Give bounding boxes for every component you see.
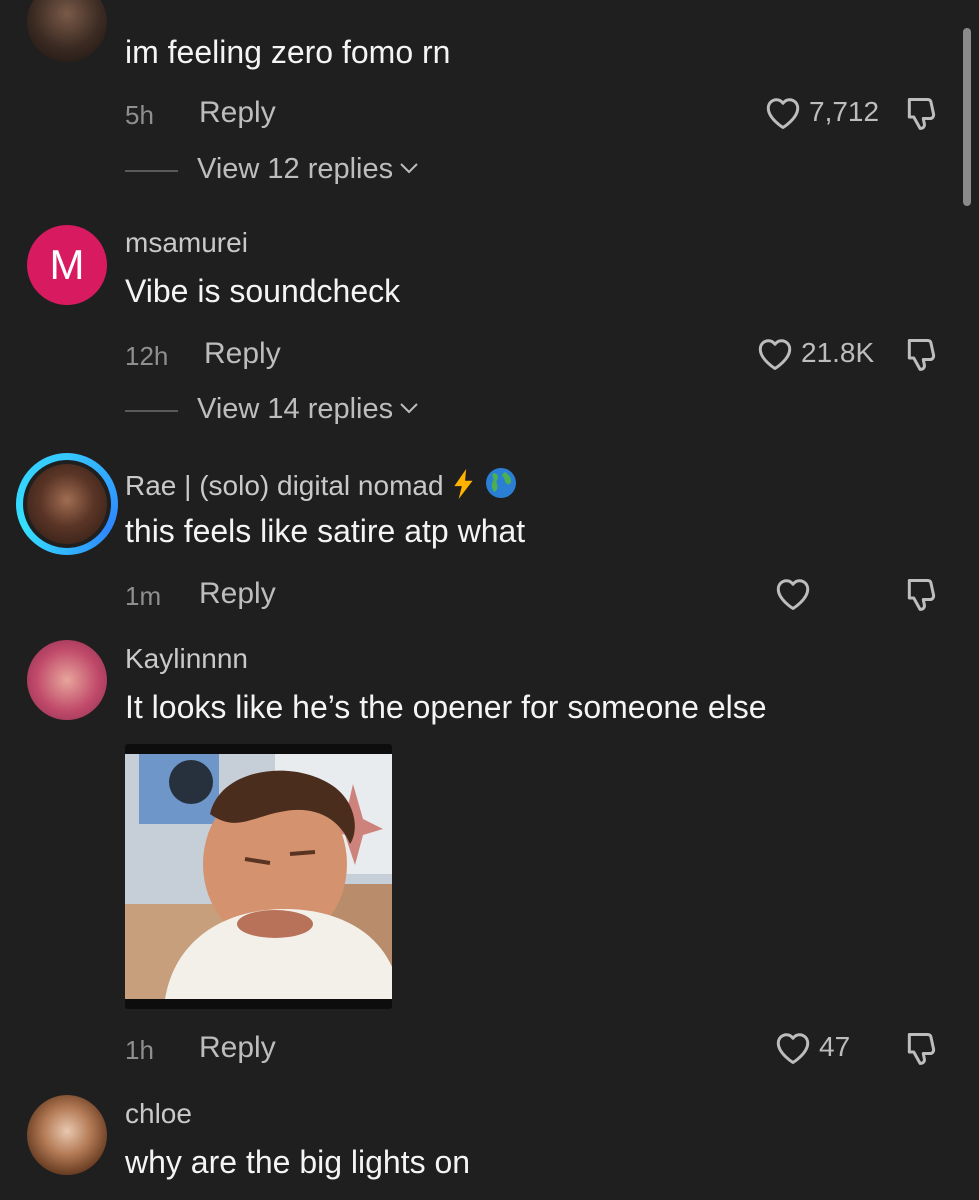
avatar[interactable]: M	[27, 225, 107, 305]
avatar-letter: M	[49, 241, 85, 288]
like-count: 21.8K	[801, 337, 875, 368]
comment-time: 12h	[125, 341, 169, 371]
like-button[interactable]: 21.8K	[755, 335, 874, 371]
comment-meta: 5h Reply 7,712	[125, 94, 955, 134]
scrollbar[interactable]	[963, 28, 971, 206]
avatar[interactable]	[27, 0, 107, 62]
comment-text: It looks like he’s the opener for someon…	[125, 689, 767, 725]
dislike-button[interactable]	[903, 94, 941, 132]
comment-image-attachment[interactable]	[125, 744, 392, 1009]
thumbs-down-icon	[907, 579, 936, 611]
comment-username-row: Rae | (solo) digital nomad	[125, 467, 517, 502]
heart-outline-icon	[776, 1033, 810, 1065]
comment-username[interactable]: Rae | (solo) digital nomad	[125, 470, 444, 501]
comments-list: im feeling zero fomo rn 5h Reply 7,712 V…	[0, 0, 979, 1200]
reply-button[interactable]: Reply	[199, 577, 276, 611]
comment-meta: 1m Reply	[125, 575, 955, 615]
like-count: 7,712	[809, 96, 880, 127]
dislike-button[interactable]	[903, 1029, 941, 1067]
like-button[interactable]	[773, 575, 819, 611]
view-replies-label: View 12 replies	[197, 153, 394, 185]
comment-time: 1h	[125, 1035, 154, 1065]
comment-time: 1m	[125, 581, 162, 611]
heart-outline-icon	[776, 579, 810, 611]
globe-emoji	[486, 468, 517, 498]
avatar[interactable]	[27, 640, 107, 720]
view-replies-button[interactable]: View 12 replies	[125, 153, 545, 189]
comment-username[interactable]: Kaylinnnn	[125, 643, 248, 675]
chevron-down-icon	[400, 403, 418, 414]
thumbs-down-icon	[907, 98, 936, 130]
replies-divider	[125, 170, 178, 172]
comment-username[interactable]: chloe	[125, 1098, 192, 1130]
replies-divider	[125, 410, 178, 412]
view-replies-button[interactable]: View 14 replies	[125, 393, 545, 429]
reply-button[interactable]: Reply	[199, 1031, 276, 1065]
like-button[interactable]: 7,712	[763, 94, 879, 130]
comment-meta: 12h Reply 21.8K	[125, 335, 955, 375]
dislike-button[interactable]	[903, 335, 941, 373]
comment-text: im feeling zero fomo rn	[125, 34, 451, 70]
comment-text: this feels like satire atp what	[125, 513, 526, 549]
comment-time: 5h	[125, 100, 154, 130]
comment-text: why are the big lights on	[125, 1144, 471, 1180]
chevron-down-icon	[400, 163, 418, 174]
thumbs-down-icon	[907, 1033, 936, 1065]
like-button[interactable]: 47	[773, 1029, 850, 1065]
attachment-photo	[125, 754, 392, 999]
heart-outline-icon	[766, 98, 800, 130]
heart-outline-icon	[758, 339, 792, 371]
comment-text: Vibe is soundcheck	[125, 273, 401, 309]
avatar-story-ring[interactable]	[16, 453, 118, 555]
dislike-button[interactable]	[903, 575, 941, 613]
reply-button[interactable]: Reply	[199, 96, 276, 130]
comment-username[interactable]: msamurei	[125, 227, 248, 259]
comment-meta: 1h Reply 47	[125, 1029, 955, 1069]
like-count: 47	[819, 1031, 851, 1062]
avatar[interactable]	[27, 1095, 107, 1175]
view-replies-label: View 14 replies	[197, 393, 394, 425]
avatar	[23, 460, 111, 548]
thumbs-down-icon	[907, 339, 936, 371]
lightning-emoji	[454, 469, 473, 499]
reply-button[interactable]: Reply	[204, 337, 281, 371]
